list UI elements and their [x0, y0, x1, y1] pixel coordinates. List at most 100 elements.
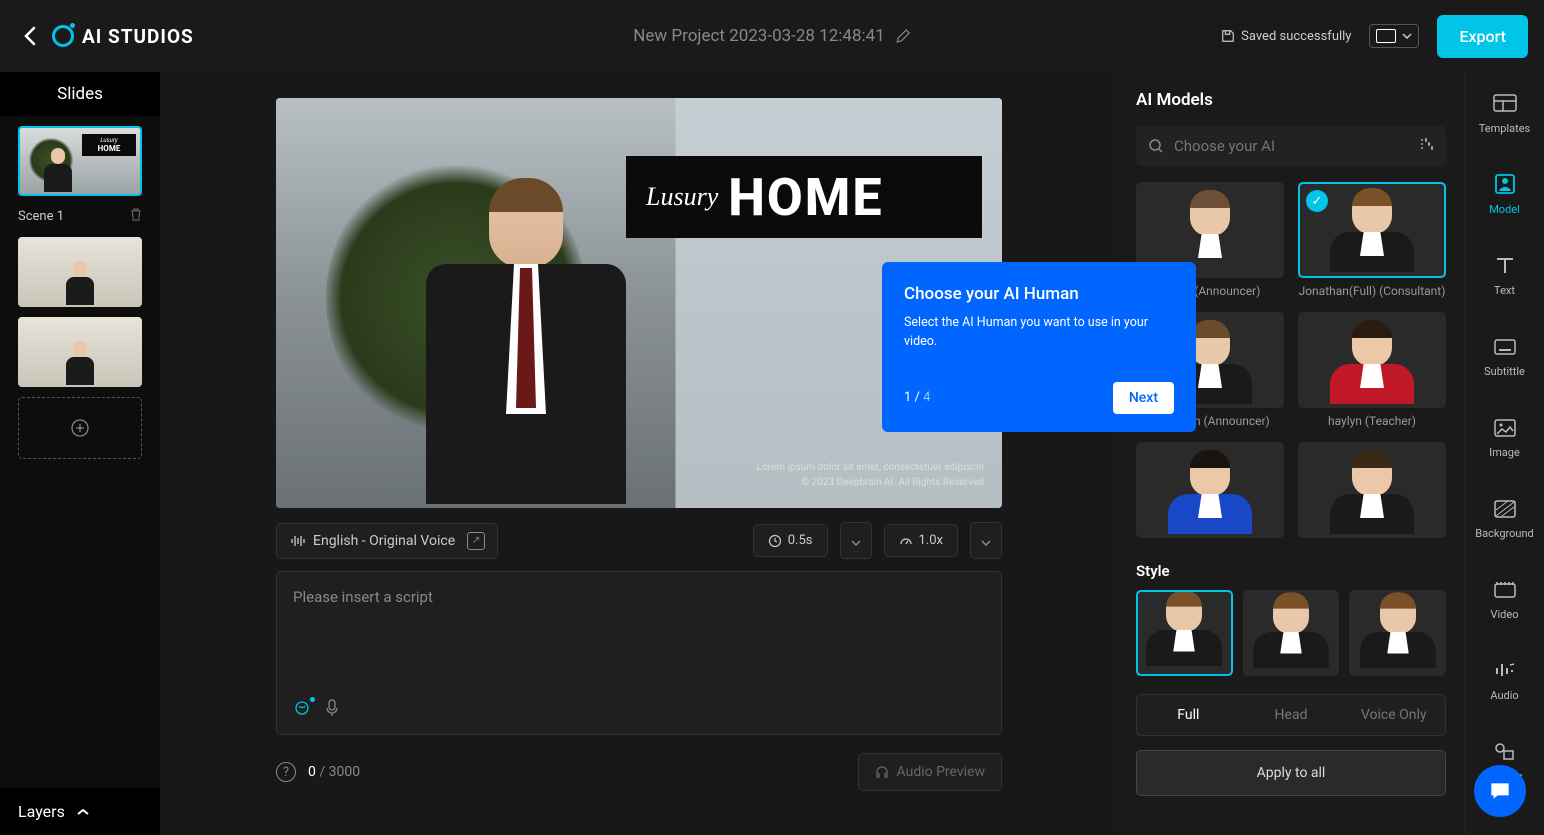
ai-models-panel: AI Models Adam (Announcer) ✓ Jonathan(Fu… [1118, 72, 1464, 835]
model-thumb [1298, 442, 1446, 538]
canvas-footer-text: Lorem ipsum dolor sit amet, consectetuer… [757, 460, 984, 490]
tooltip-next-button[interactable]: Next [1113, 382, 1174, 414]
slide-thumb-2[interactable] [18, 237, 142, 307]
save-status-text: Saved successfully [1241, 29, 1351, 44]
video-icon [1491, 578, 1519, 602]
rail-item-subtittle[interactable]: Subtittle [1474, 329, 1536, 384]
layers-toggle[interactable]: Layers [0, 788, 160, 835]
voice-selector[interactable]: English - Original Voice ↗ [276, 523, 498, 559]
rail-label: Templates [1479, 122, 1530, 135]
timing-value: 0.5s [788, 533, 813, 548]
rail-item-image[interactable]: Image [1474, 410, 1536, 465]
apply-to-all-button[interactable]: Apply to all [1136, 750, 1446, 796]
slide-thumb-1[interactable]: LusuryHOME [18, 126, 142, 196]
tab-head[interactable]: Head [1240, 695, 1343, 735]
scene-label-row: Scene 1 [18, 206, 142, 227]
model-search[interactable] [1136, 126, 1446, 166]
script-placeholder: Please insert a script [293, 588, 433, 606]
save-status: Saved successfully [1221, 29, 1351, 44]
expand-icon: ↗ [467, 532, 485, 550]
script-input[interactable]: Please insert a script [276, 571, 1002, 735]
speed-value: 1.0x [919, 533, 944, 548]
check-icon: ✓ [1306, 190, 1328, 212]
rail-label: Image [1489, 446, 1520, 459]
canvas-avatar [396, 178, 656, 508]
tab-full[interactable]: Full [1137, 695, 1240, 735]
microphone-button[interactable] [325, 699, 339, 722]
header-actions: Saved successfully Export [1221, 15, 1528, 58]
rail-item-audio[interactable]: Audio [1474, 653, 1536, 708]
style-option-2[interactable] [1243, 590, 1340, 676]
tooltip-step-total: 4 [923, 390, 930, 405]
subtittle-icon [1491, 335, 1519, 359]
rail-item-model[interactable]: Model [1474, 167, 1536, 222]
canvas-footer-line1: Lorem ipsum dolor sit amet, consectetuer… [757, 460, 984, 475]
audio-preview-button[interactable]: Audio Preview [858, 753, 1002, 791]
chevron-up-icon [77, 808, 89, 816]
model-thumb [1136, 442, 1284, 538]
rail-label: Background [1475, 527, 1533, 540]
canvas-footer-row: ? 0 / 3000 Audio Preview [276, 753, 1002, 791]
app-header: AI STUDIOS New Project 2023-03-28 12:48:… [0, 0, 1544, 72]
text-icon [1491, 254, 1519, 278]
character-count: 0 / 3000 [308, 764, 360, 780]
model-card-5[interactable] [1298, 442, 1446, 544]
style-grid [1136, 590, 1446, 676]
rail-label: Text [1494, 284, 1515, 297]
model-crop-tabs: Full Head Voice Only [1136, 694, 1446, 736]
chat-support-button[interactable] [1474, 765, 1526, 817]
voice-icon [289, 533, 305, 549]
rail-item-video[interactable]: Video [1474, 572, 1536, 627]
speed-dropdown[interactable] [970, 522, 1002, 559]
style-option-3[interactable] [1349, 590, 1446, 676]
timing-button[interactable]: 0.5s [753, 524, 828, 557]
model-search-input[interactable] [1174, 137, 1408, 155]
rail-label: Model [1489, 203, 1520, 216]
model-name: Jonathan(Full) (Consultant) [1298, 284, 1446, 298]
tab-voice-only[interactable]: Voice Only [1342, 695, 1445, 735]
headphones-icon [875, 765, 889, 779]
style-option-1[interactable] [1136, 590, 1233, 676]
panel-title: AI Models [1136, 90, 1446, 110]
tooltip-step: 1 / 4 [904, 390, 930, 405]
canvas-area: Lusury HOME Lorem ipsum dolor sit amet, … [160, 72, 1118, 835]
chevron-down-icon [851, 540, 861, 546]
speed-button[interactable]: 1.0x [884, 524, 959, 557]
slide-thumb-3[interactable] [18, 317, 142, 387]
model-name: haylyn (Teacher) [1298, 414, 1446, 428]
voice-label: English - Original Voice [313, 533, 455, 549]
shapes-icon [1491, 740, 1519, 764]
canvas-luxury-text: Lusury [646, 182, 718, 212]
model-card-3[interactable]: haylyn (Teacher) [1298, 312, 1446, 428]
back-button[interactable] [16, 22, 44, 50]
rail-item-text[interactable]: Text [1474, 248, 1536, 303]
style-section-title: Style [1136, 562, 1446, 580]
project-title[interactable]: New Project 2023-03-28 12:48:41 [633, 26, 911, 46]
timing-dropdown[interactable] [840, 522, 872, 559]
rail-item-background[interactable]: Background [1474, 491, 1536, 546]
save-icon [1221, 29, 1235, 43]
image-icon [1491, 416, 1519, 440]
export-button[interactable]: Export [1437, 15, 1528, 58]
rail-label: Subtittle [1484, 365, 1525, 378]
rail-item-templates[interactable]: Templates [1474, 86, 1536, 141]
model-icon [1491, 173, 1519, 197]
filter-button[interactable] [1418, 136, 1434, 156]
canvas-footer-line2: © 2023 Deepbrain AI. All Rights Reserved [757, 475, 984, 490]
slides-panel: Slides LusuryHOME Scene 1 Layers [0, 72, 160, 835]
rail-label: Audio [1490, 689, 1518, 702]
chat-icon [1487, 778, 1513, 804]
search-icon [1148, 138, 1164, 154]
model-card-4[interactable] [1136, 442, 1284, 544]
ai-assist-button[interactable] [293, 699, 311, 722]
layers-label: Layers [18, 802, 65, 821]
aspect-ratio-button[interactable] [1369, 24, 1419, 48]
delete-scene-button[interactable] [130, 208, 142, 225]
add-slide-button[interactable] [18, 397, 142, 459]
help-button[interactable]: ? [276, 762, 296, 782]
app-logo[interactable]: AI STUDIOS [52, 25, 194, 48]
canvas-home-text: HOME [728, 167, 883, 228]
canvas-controls: English - Original Voice ↗ 0.5s 1.0x [276, 522, 1002, 559]
model-card-1[interactable]: ✓ Jonathan(Full) (Consultant) [1298, 182, 1446, 298]
pencil-icon [895, 28, 911, 44]
